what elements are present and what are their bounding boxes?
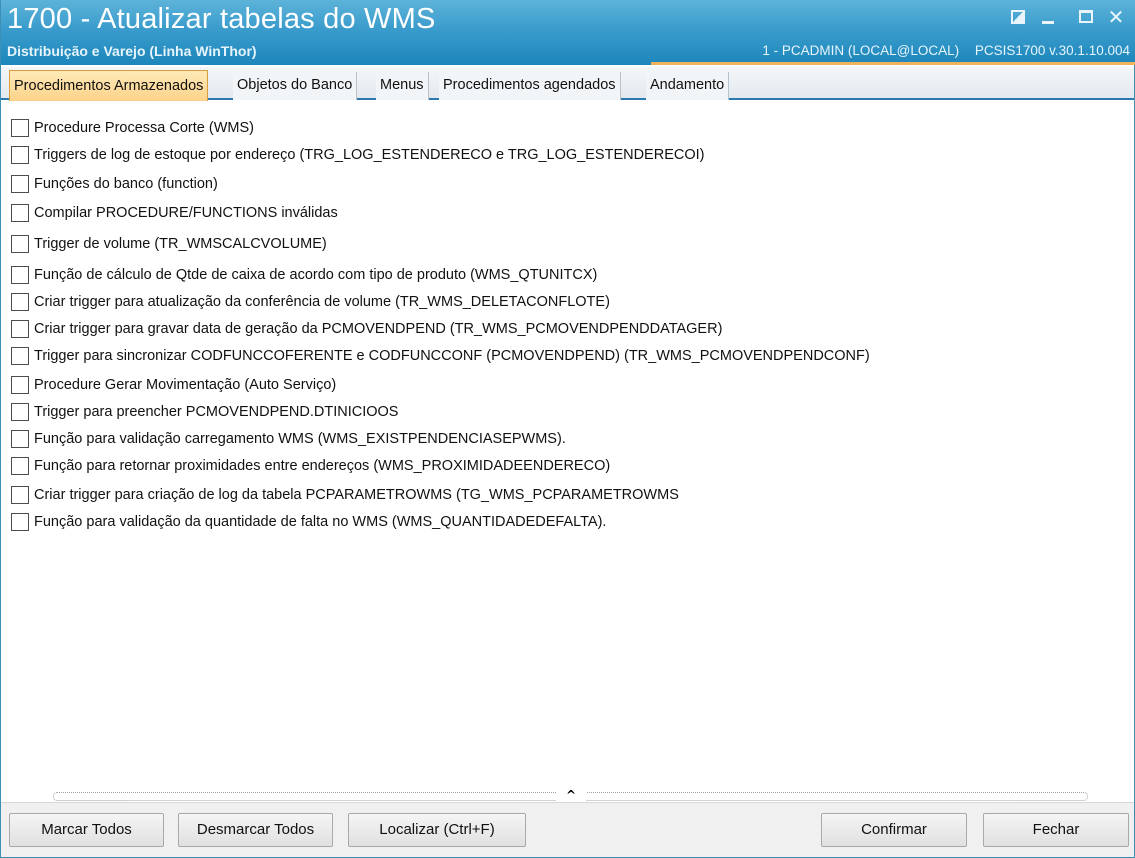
procedure-item[interactable]: Procedure Processa Corte (WMS) — [11, 117, 254, 139]
minimize-icon[interactable] — [1037, 6, 1059, 28]
checkbox[interactable] — [11, 175, 29, 193]
checkbox[interactable] — [11, 457, 29, 475]
checkbox[interactable] — [11, 204, 29, 222]
routine-version: PCSIS1700 v.30.1.10.004 — [974, 43, 1130, 58]
procedure-label: Função para retornar proximidades entre … — [34, 458, 611, 474]
procedure-item[interactable]: Criar trigger para atualização da confer… — [11, 291, 610, 313]
procedure-item[interactable]: Criar trigger para gravar data de geraçã… — [11, 318, 722, 340]
procedure-item[interactable]: Procedure Gerar Movimentação (Auto Servi… — [11, 374, 336, 396]
maximize-icon[interactable] — [1075, 6, 1097, 28]
checkbox[interactable] — [11, 347, 29, 365]
procedure-label: Função para validação da quantidade de f… — [34, 514, 607, 530]
procedure-item[interactable]: Trigger para preencher PCMOVENDPEND.DTIN… — [11, 401, 398, 423]
procedure-label: Função de cálculo de Qtde de caixa de ac… — [34, 267, 598, 283]
checkbox[interactable] — [11, 146, 29, 164]
procedure-item[interactable]: Função para validação carregamento WMS (… — [11, 428, 566, 450]
procedure-label: Procedure Processa Corte (WMS) — [34, 120, 254, 136]
procedure-label: Criar trigger para atualização da confer… — [34, 294, 610, 310]
procedure-item[interactable]: Função de cálculo de Qtde de caixa de ac… — [11, 264, 597, 286]
checkbox[interactable] — [11, 486, 29, 504]
procedure-item[interactable]: Trigger para sincronizar CODFUNCCOFERENT… — [11, 345, 870, 367]
procedure-label: Triggers de log de estoque por endereço … — [34, 147, 705, 163]
chevron-up-icon[interactable]: ^ — [556, 789, 586, 803]
procedure-label: Criar trigger para gravar data de geraçã… — [34, 321, 723, 337]
session-info: 1 - PCADMIN (LOCAL@LOCAL) PCSIS1700 v.30… — [750, 43, 1130, 58]
procedure-item[interactable]: Compilar PROCEDURE/FUNCTIONS inválidas — [11, 202, 338, 224]
select-all-button[interactable]: Marcar Todos — [9, 813, 164, 847]
tab-strip: Procedimentos Armazenados Objetos do Ban… — [1, 67, 1134, 101]
procedure-label: Compilar PROCEDURE/FUNCTIONS inválidas — [34, 205, 338, 221]
deselect-all-button[interactable]: Desmarcar Todos — [178, 813, 333, 847]
procedure-item[interactable]: Funções do banco (function) — [11, 173, 218, 195]
user-info: 1 - PCADMIN (LOCAL@LOCAL) — [762, 43, 960, 58]
tab-procedimentos-agendados[interactable]: Procedimentos agendados — [439, 72, 621, 100]
procedure-label: Criar trigger para criação de log da tab… — [34, 487, 679, 503]
checkbox[interactable] — [11, 430, 29, 448]
checkbox[interactable] — [11, 376, 29, 394]
tab-menus[interactable]: Menus — [376, 72, 429, 100]
procedure-label: Função para validação carregamento WMS (… — [34, 431, 566, 447]
checkbox[interactable] — [11, 513, 29, 531]
footer-bar: Marcar Todos Desmarcar Todos Localizar (… — [1, 802, 1134, 857]
procedure-item[interactable]: Função para validação da quantidade de f… — [11, 511, 606, 533]
procedure-label: Funções do banco (function) — [34, 176, 218, 192]
procedure-label: Trigger de volume (TR_WMSCALCVOLUME) — [34, 236, 327, 252]
application-window: 1700 - Atualizar tabelas do WMS Distribu… — [0, 0, 1135, 858]
procedure-item[interactable]: Criar trigger para criação de log da tab… — [11, 484, 679, 506]
procedures-panel: Procedure Processa Corte (WMS) Triggers … — [1, 102, 1134, 790]
procedure-item[interactable]: Trigger de volume (TR_WMSCALCVOLUME) — [11, 233, 327, 255]
checkbox[interactable] — [11, 119, 29, 137]
accent-line — [651, 62, 1135, 65]
window-title: 1700 - Atualizar tabelas do WMS — [7, 3, 436, 35]
procedure-item[interactable]: Triggers de log de estoque por endereço … — [11, 144, 704, 166]
procedure-item[interactable]: Função para retornar proximidades entre … — [11, 455, 610, 477]
checkbox[interactable] — [11, 266, 29, 284]
checkbox[interactable] — [11, 293, 29, 311]
tab-andamento[interactable]: Andamento — [646, 72, 730, 100]
confirm-button[interactable]: Confirmar — [821, 813, 967, 847]
checkbox[interactable] — [11, 320, 29, 338]
procedure-label: Procedure Gerar Movimentação (Auto Servi… — [34, 377, 337, 393]
close-button[interactable]: Fechar — [983, 813, 1129, 847]
find-button[interactable]: Localizar (Ctrl+F) — [348, 813, 526, 847]
close-icon[interactable]: ✕ — [1105, 6, 1127, 28]
title-bar[interactable]: 1700 - Atualizar tabelas do WMS Distribu… — [1, 0, 1135, 65]
procedure-label: Trigger para sincronizar CODFUNCCOFERENT… — [34, 348, 870, 364]
checkbox[interactable] — [11, 403, 29, 421]
checkbox[interactable] — [11, 235, 29, 253]
procedure-label: Trigger para preencher PCMOVENDPEND.DTIN… — [34, 404, 399, 420]
restore-icon[interactable] — [1007, 6, 1029, 28]
window-subtitle: Distribuição e Varejo (Linha WinThor) — [7, 43, 257, 59]
tab-objetos-do-banco[interactable]: Objetos do Banco — [233, 72, 358, 100]
tab-procedimentos-armazenados[interactable]: Procedimentos Armazenados — [9, 70, 209, 101]
